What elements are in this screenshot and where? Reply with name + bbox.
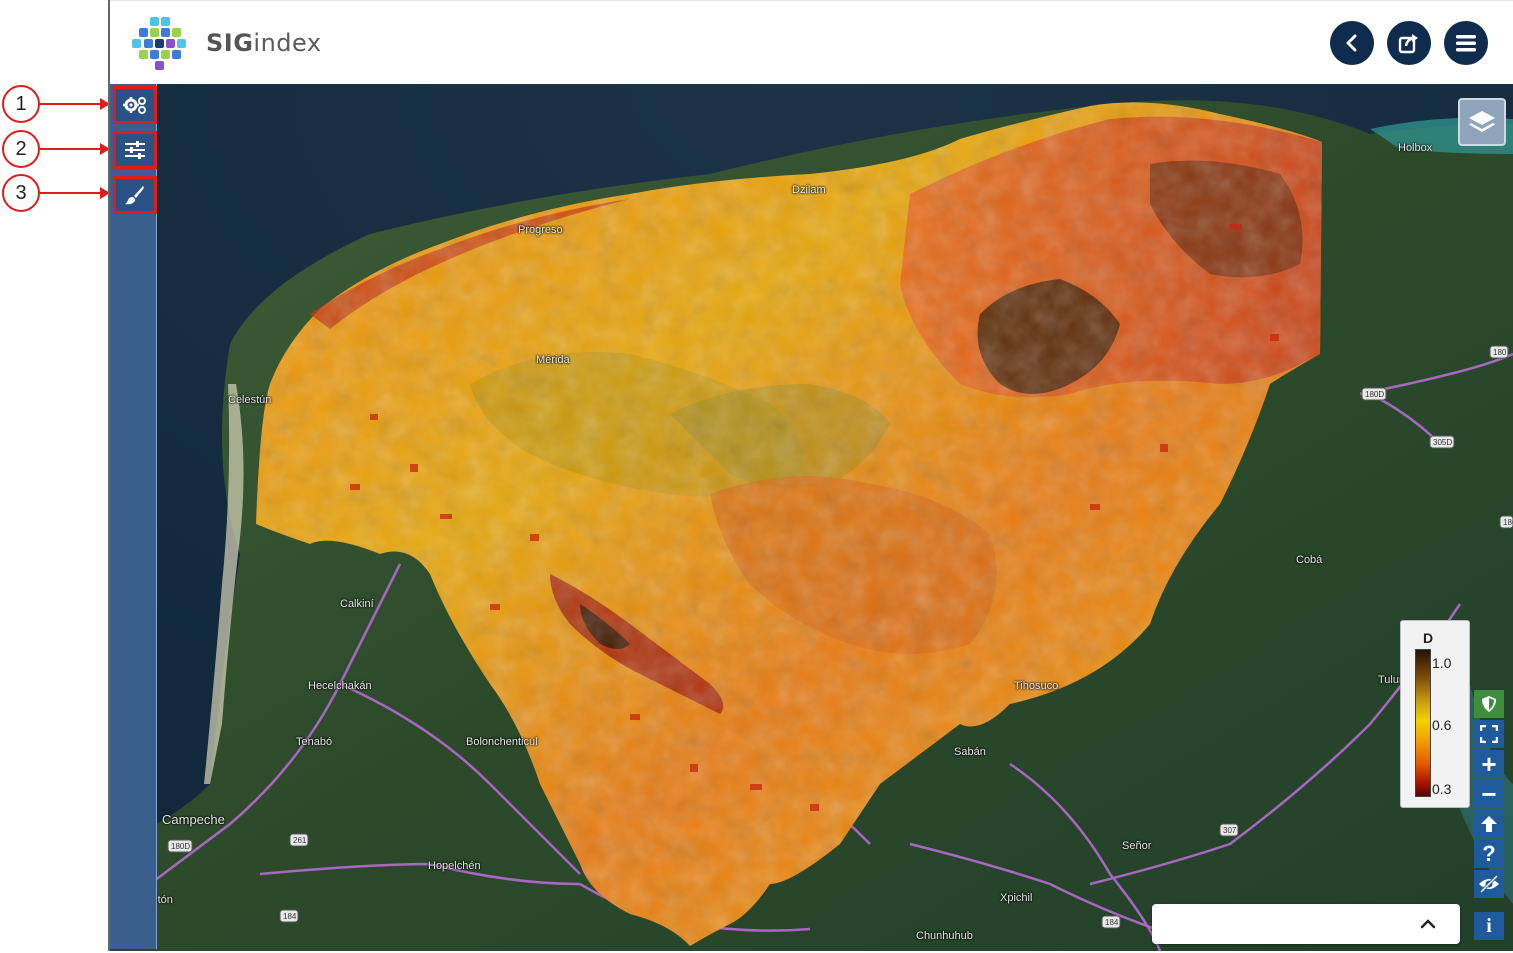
legend-title: D — [1423, 630, 1434, 646]
color-legend: D 1.0 0.6 0.3 — [1400, 620, 1470, 808]
road-shield-label: 305D — [1433, 438, 1452, 447]
place-label: Tenabó — [296, 736, 333, 748]
place-label: Holbox — [1398, 142, 1433, 154]
share-icon — [1398, 34, 1418, 54]
callout-number: 2 — [2, 130, 40, 168]
road-shield-label: 180 — [1493, 348, 1507, 357]
hide-icon — [1479, 875, 1499, 893]
callout-2: 2 — [2, 130, 110, 168]
share-button[interactable] — [1387, 21, 1431, 65]
callout-number: 1 — [2, 85, 40, 123]
place-label: Sabán — [954, 746, 986, 758]
map-canvas: 180 180D 305D 180D 261 184 184 307 186 — [110, 84, 1513, 951]
map-sidebar — [110, 84, 157, 949]
info-icon: i — [1486, 914, 1492, 937]
place-label: Chunhuhub — [916, 930, 973, 942]
road-shield-label: 184 — [1105, 918, 1119, 927]
place-label: Campeche — [162, 812, 225, 827]
north-arrow-icon — [1481, 816, 1497, 832]
app-header: SIGindex — [110, 0, 1513, 84]
sliders-icon — [125, 141, 145, 159]
place-label: Tihosuco — [1014, 680, 1059, 692]
callout-line — [40, 103, 102, 105]
place-label: Mérida — [536, 354, 570, 366]
filters-button[interactable] — [113, 131, 157, 169]
place-label: Xpichil — [1000, 892, 1033, 904]
road-shield-label: 261 — [293, 836, 307, 845]
back-button[interactable] — [1330, 21, 1374, 65]
hide-button[interactable] — [1474, 870, 1504, 898]
siginex-logo — [132, 17, 186, 70]
zoom-in-button[interactable]: + — [1474, 748, 1504, 779]
place-label: Hecelchakán — [308, 680, 372, 692]
place-label: Hopelchén — [428, 860, 481, 872]
fullscreen-icon — [1480, 725, 1498, 743]
fullscreen-button[interactable] — [1474, 720, 1504, 748]
road-shield-label: 307 — [1223, 826, 1237, 835]
north-button[interactable] — [1474, 810, 1504, 838]
callout-line — [40, 192, 102, 194]
menu-icon — [1456, 35, 1476, 52]
zoom-out-icon: − — [1481, 778, 1497, 809]
help-icon: ? — [1482, 841, 1496, 866]
gears-icon — [123, 97, 146, 114]
brand-name: SIGindex — [206, 29, 322, 57]
brush-icon — [125, 186, 144, 205]
place-label: Celestún — [228, 394, 272, 406]
settings-button[interactable] — [113, 86, 157, 124]
brand-light: index — [253, 29, 322, 57]
road-shield-label: 180D — [1365, 390, 1384, 399]
callout-1: 1 — [2, 85, 110, 123]
bottom-panel[interactable] — [1152, 904, 1460, 944]
place-label: Bolonchenticul — [466, 736, 538, 748]
layers-icon — [1469, 111, 1495, 132]
info-button[interactable]: i — [1474, 912, 1504, 940]
shield-icon — [1482, 696, 1496, 712]
chevron-up-icon[interactable] — [1418, 914, 1438, 934]
legend-color-ramp — [1415, 649, 1431, 797]
road-shield-label: 180D — [171, 842, 190, 851]
place-label: Calkiní — [340, 598, 374, 610]
place-label: Progreso — [518, 224, 563, 236]
app-window: SIGindex 180 180D 305D 180D 261 184 184 … — [108, 0, 1513, 951]
zoom-in-icon: + — [1481, 748, 1497, 779]
legend-mid-label: 0.6 — [1432, 717, 1452, 733]
map-view[interactable]: 180 180D 305D 180D 261 184 184 307 186 Holbox Dz… — [110, 84, 1513, 951]
place-label: Señor — [1122, 840, 1152, 852]
place-label: Dzilam — [792, 184, 826, 196]
zoom-out-button[interactable]: − — [1474, 778, 1504, 809]
legend-max-label: 1.0 — [1432, 655, 1452, 671]
callout-3: 3 — [2, 174, 110, 212]
road-shield-label: 184 — [283, 912, 297, 921]
protect-button[interactable] — [1474, 690, 1504, 718]
layers-button[interactable] — [1458, 98, 1506, 146]
brand-strong: SIG — [206, 29, 254, 57]
style-button[interactable] — [113, 176, 157, 214]
help-button[interactable]: ? — [1474, 840, 1504, 868]
road-shield-label: 186 — [1503, 518, 1513, 527]
legend-min-label: 0.3 — [1432, 781, 1452, 797]
callout-line — [40, 148, 102, 150]
place-label: Cobá — [1296, 554, 1323, 566]
menu-button[interactable] — [1444, 21, 1488, 65]
chevron-left-icon — [1346, 34, 1357, 52]
callout-number: 3 — [2, 174, 40, 212]
